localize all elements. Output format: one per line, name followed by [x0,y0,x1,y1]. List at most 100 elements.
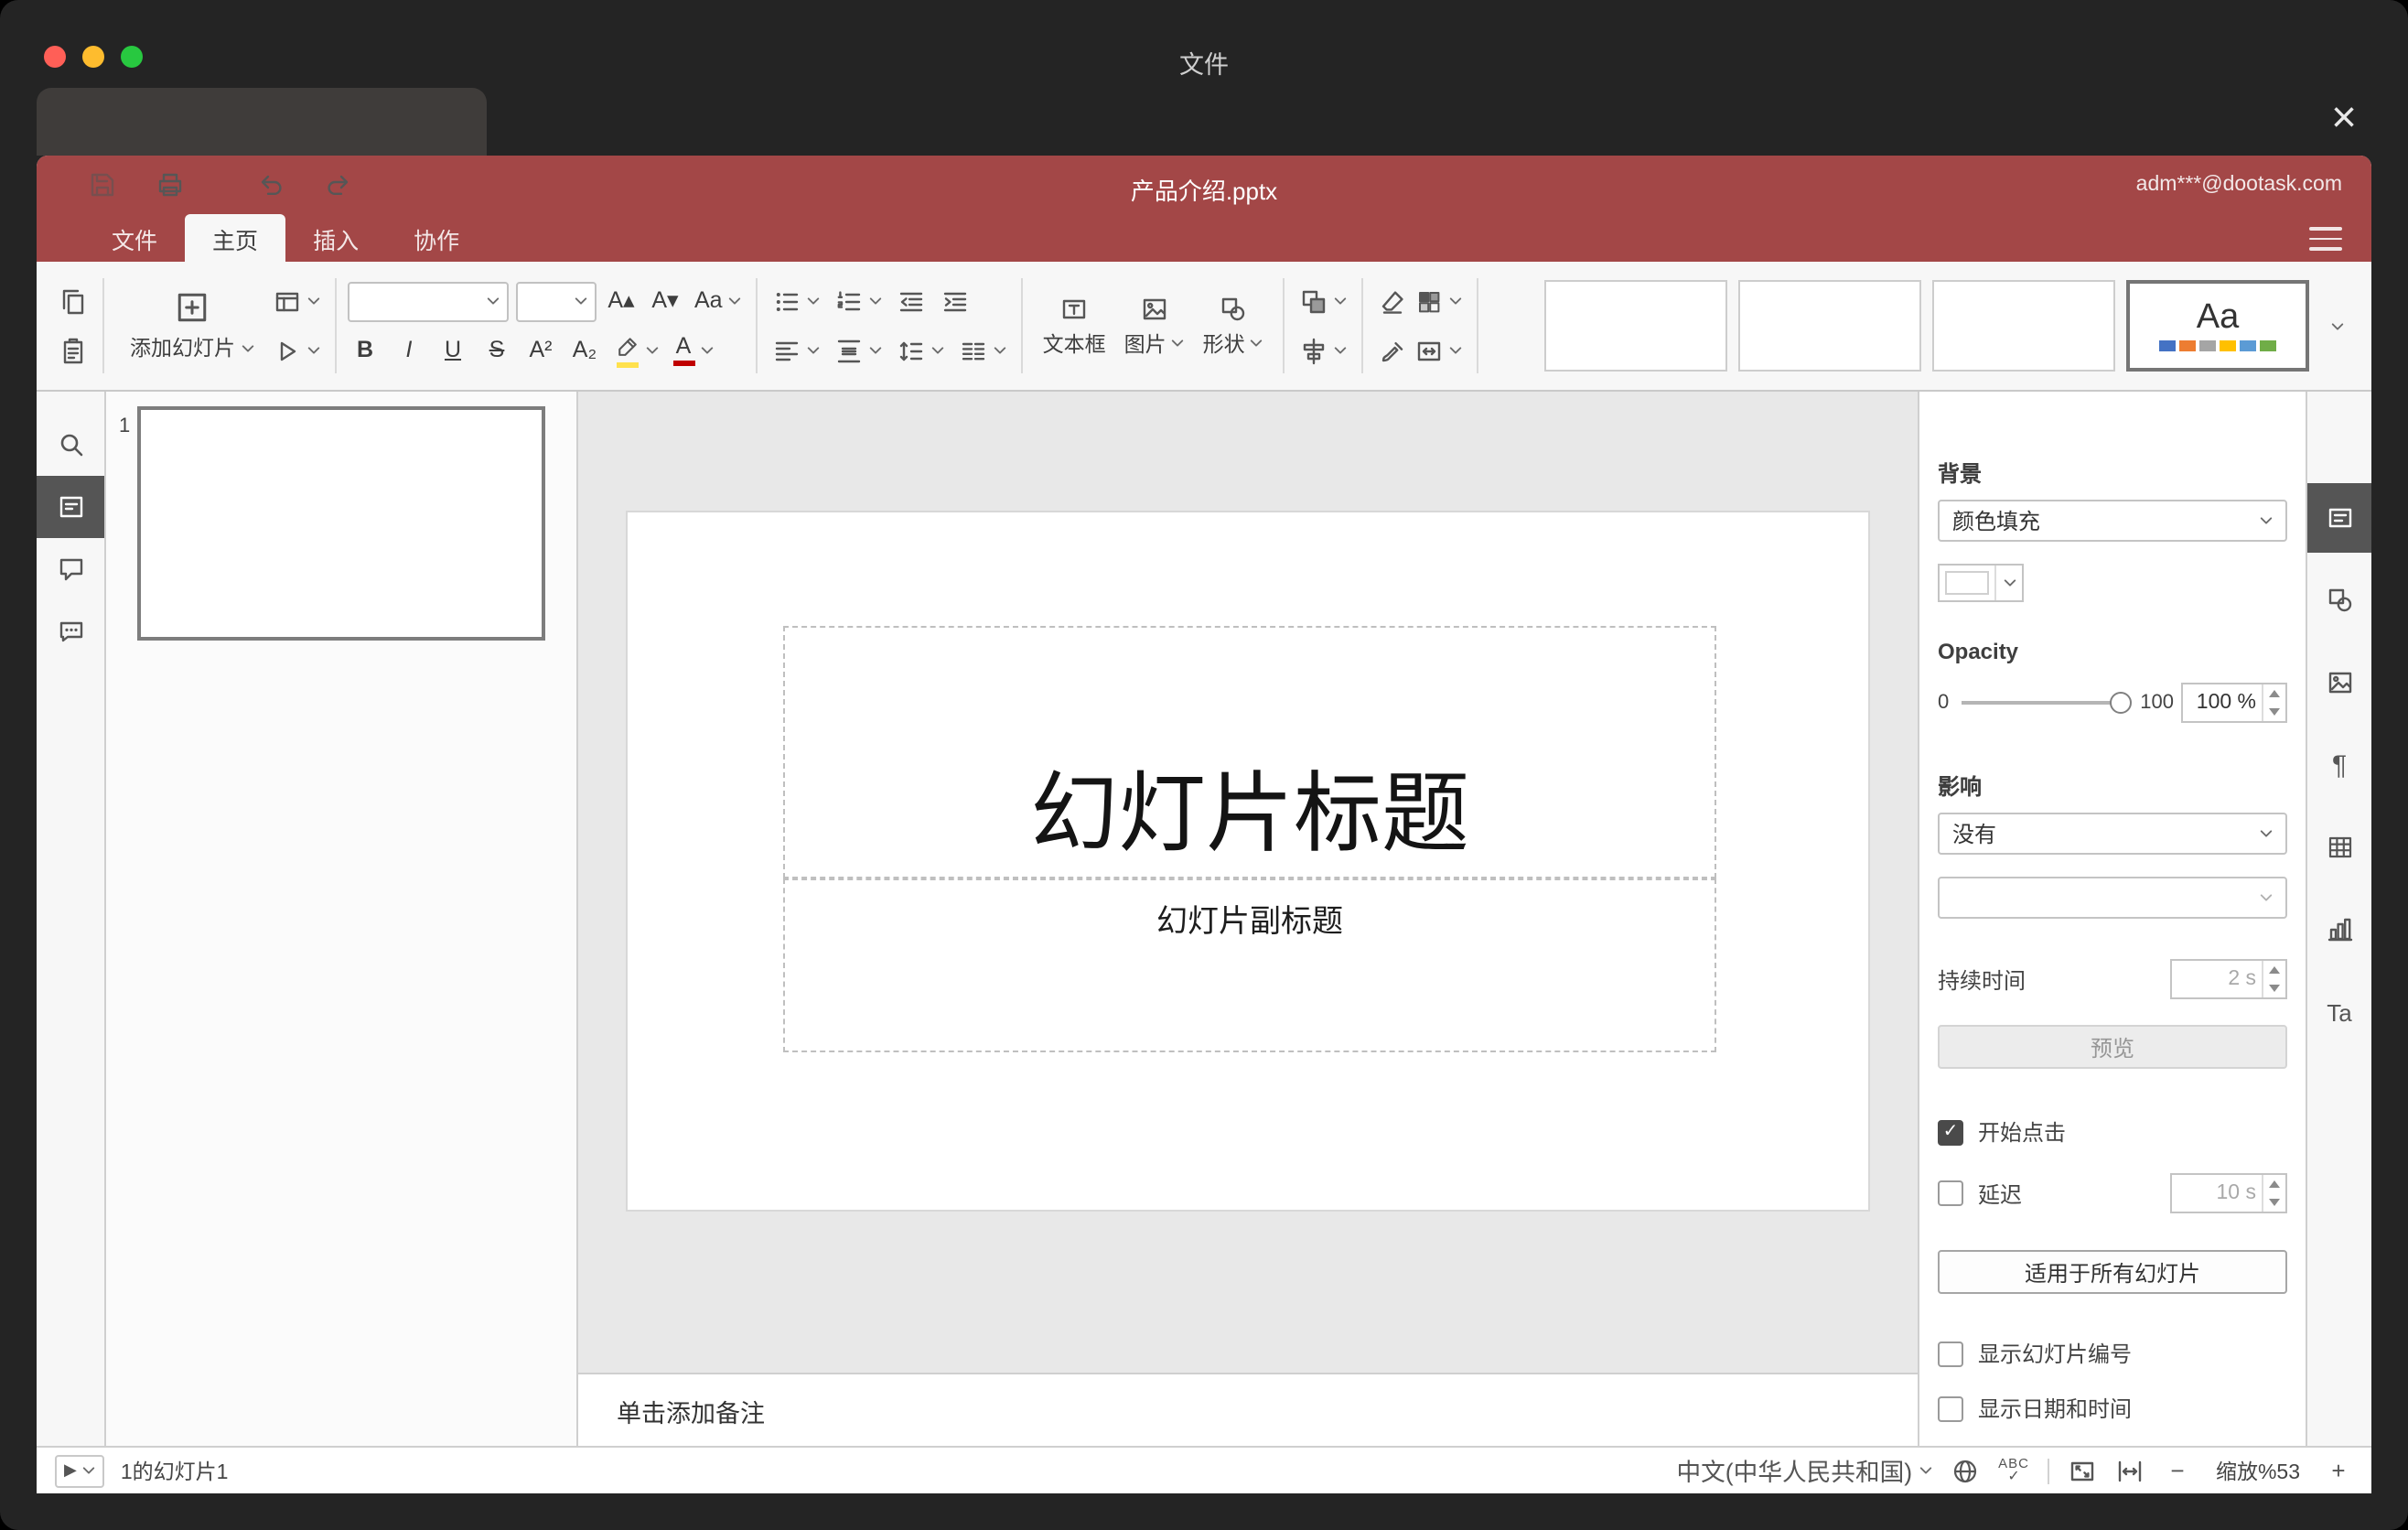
decrease-font-button[interactable]: A▾ [647,281,683,321]
tab-insert[interactable]: 插入 [285,214,386,262]
theme-thumbnail[interactable] [1738,280,1921,372]
tab-file[interactable]: 文件 [84,214,185,262]
paste-button[interactable] [55,330,91,371]
opacity-input[interactable]: 100 % [2181,683,2287,723]
slides-panel-button[interactable] [37,476,104,538]
show-date-time-checkbox[interactable] [1938,1395,1963,1421]
font-name-select[interactable] [347,281,508,321]
start-slideshow-status-button[interactable]: ▶ [55,1454,104,1487]
paragraph-settings-button[interactable]: ¶ [2307,730,2371,800]
apply-to-all-button[interactable]: 适用于所有幻灯片 [1938,1250,2287,1294]
bullets-button[interactable] [769,281,823,321]
arrange-shapes-button[interactable] [1296,281,1351,321]
theme-gallery-expand-button[interactable] [2320,280,2353,372]
subtitle-placeholder[interactable]: 幻灯片副标题 [783,878,1716,1052]
increase-font-button[interactable]: A▴ [603,281,640,321]
insert-textbox-button[interactable]: 文本框 [1034,294,1115,358]
horizontal-align-button[interactable] [769,330,823,371]
font-size-select[interactable] [515,281,596,321]
start-on-click-checkbox[interactable]: ✓ [1938,1119,1963,1145]
title-placeholder[interactable]: 幻灯片标题 [783,626,1716,878]
comments-panel-button[interactable] [37,538,104,600]
vertical-align-button[interactable] [831,330,886,371]
chat-panel-button[interactable] [37,600,104,663]
theme-thumbnail[interactable] [1544,280,1727,372]
tab-collaboration[interactable]: 协作 [386,214,487,262]
insert-shape-button[interactable]: 形状 [1194,294,1273,358]
align-shapes-button[interactable] [1296,330,1351,371]
change-case-button[interactable]: Aa [691,281,745,321]
image-settings-button[interactable] [2307,648,2371,717]
add-slide-button[interactable]: 添加幻灯片 [115,289,268,362]
effect-dropdown[interactable]: 没有 [1938,813,2287,855]
delay-input[interactable]: 10 s [2170,1173,2287,1213]
chevron-down-icon [807,296,820,306]
fit-width-button[interactable] [2115,1456,2145,1485]
numbering-button[interactable] [831,281,886,321]
notes-area[interactable]: 单击添加备注 [578,1373,1918,1446]
set-language-button[interactable] [1951,1456,1980,1485]
copy-button[interactable] [55,281,91,321]
spinner-arrows[interactable] [2262,1175,2285,1212]
italic-button[interactable]: I [391,330,427,371]
columns-button[interactable] [955,330,1010,371]
slide-layout-button[interactable] [268,281,323,321]
slide-thumbnails-panel: 1 [106,392,578,1446]
theme-thumbnail[interactable] [1932,280,2115,372]
search-panel-button[interactable] [37,414,104,476]
effect-type-dropdown[interactable] [1938,877,2287,919]
slide[interactable]: 幻灯片标题 幻灯片副标题 [628,512,1868,1210]
subscript-button[interactable]: A₂ [566,330,603,371]
start-slideshow-button[interactable] [268,330,323,371]
delay-checkbox[interactable] [1938,1180,1963,1206]
fit-slide-button[interactable] [2068,1456,2097,1485]
fill-color-picker[interactable] [1938,564,2024,602]
zoom-in-button[interactable]: + [2324,1457,2353,1484]
line-spacing-button[interactable] [893,330,948,371]
slide-canvas[interactable]: 幻灯片标题 幻灯片副标题 [578,392,1918,1373]
underline-button[interactable]: U [435,330,471,371]
language-selector[interactable]: 中文(中华人民共和国) [1676,1453,1932,1488]
slider-knob[interactable] [2109,692,2132,714]
duration-input[interactable]: 2 s [2170,959,2287,999]
play-icon [272,336,301,365]
spinner-arrows[interactable] [2262,684,2285,721]
dialog-close-button[interactable]: × [2317,92,2371,146]
increase-indent-button[interactable] [937,281,973,321]
window-title: 文件 [1179,51,1229,79]
highlight-color-button[interactable] [610,330,661,371]
chevron-down-icon [2330,321,2343,330]
slide-size-button[interactable] [1412,330,1467,371]
slide-settings-button[interactable] [2307,483,2371,553]
spinner-arrows[interactable] [2262,961,2285,997]
menu-button[interactable] [2309,227,2342,251]
theme-thumbnail-selected[interactable]: Aa [2126,280,2309,372]
shape-settings-button[interactable] [2307,566,2371,635]
color-scheme-button[interactable] [1412,281,1467,321]
bold-button[interactable]: B [347,330,383,371]
textart-settings-button[interactable]: Ta [2307,977,2371,1047]
toolbar-separator [102,278,104,373]
hamburger-icon [2309,227,2342,231]
clear-style-button[interactable] [1375,281,1412,321]
strikethrough-button[interactable]: S [478,330,515,371]
chevron-down-icon [869,346,882,355]
copy-style-button[interactable] [1375,330,1412,371]
font-color-button[interactable]: A [669,330,716,371]
decrease-indent-button[interactable] [893,281,930,321]
insert-image-button[interactable]: 图片 [1115,294,1194,358]
fill-type-dropdown[interactable]: 颜色填充 [1938,500,2287,542]
slide-thumbnail[interactable] [137,406,545,641]
tab-home[interactable]: 主页 [185,214,286,262]
preview-button[interactable]: 预览 [1938,1025,2287,1069]
chart-settings-button[interactable] [2307,895,2371,964]
show-slide-number-row: 显示幻灯片编号 [1938,1338,2287,1369]
superscript-button[interactable]: A² [522,330,559,371]
spellcheck-button[interactable]: ABC ✓ [1998,1456,2029,1485]
start-on-click-label: 开始点击 [1978,1120,2067,1146]
table-settings-button[interactable] [2307,813,2371,882]
scheme-group [1412,281,1467,371]
zoom-out-button[interactable]: − [2163,1457,2192,1484]
opacity-slider[interactable] [1962,692,2132,714]
show-slide-number-checkbox[interactable] [1938,1341,1963,1366]
